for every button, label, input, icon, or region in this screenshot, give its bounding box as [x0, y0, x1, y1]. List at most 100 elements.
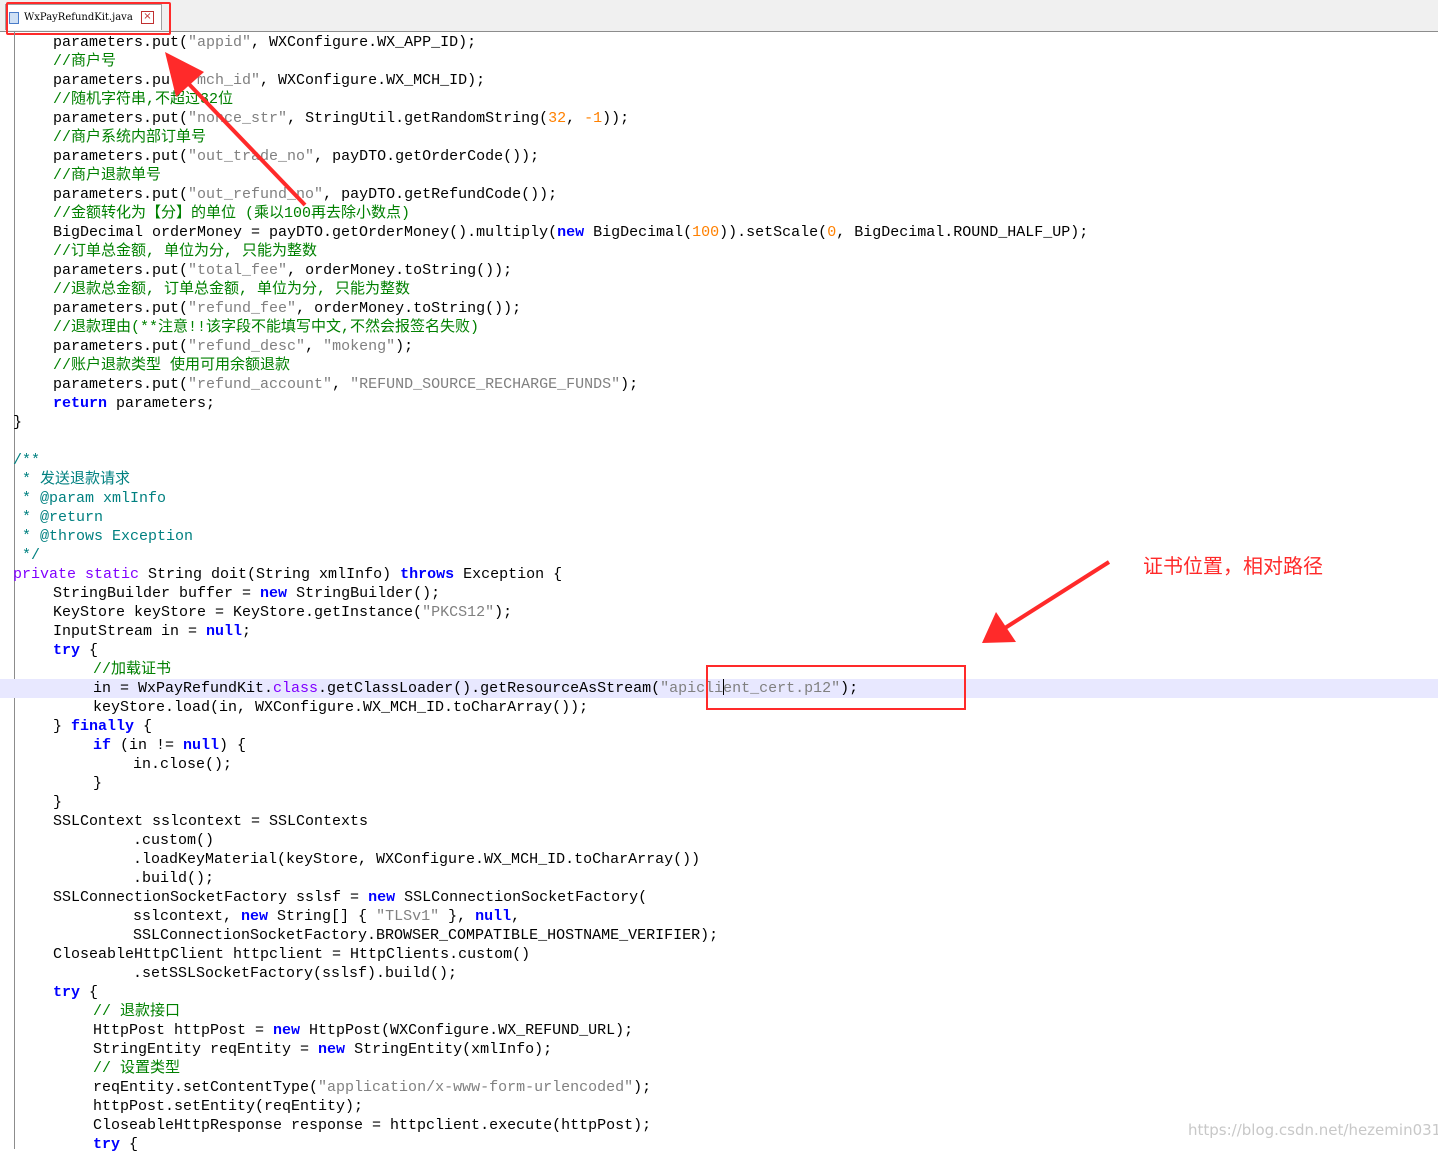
code-token: SSLConnectionSocketFactory( [395, 889, 648, 906]
code-line: if (in != null) { [0, 736, 1438, 755]
code-token: new [368, 889, 396, 906]
code-line-text: SSLConnectionSocketFactory.BROWSER_COMPA… [133, 926, 718, 945]
code-token: InputStream in = [53, 623, 207, 640]
code-token: parameters.put( [53, 338, 189, 355]
code-line: parameters.put("refund_account", "REFUND… [0, 375, 1438, 394]
code-line: /** [0, 451, 1438, 470]
code-line-text: parameters.put("out_refund_no", payDTO.g… [53, 185, 557, 204]
code-token: "application/x-www-form-urlencoded" [318, 1079, 634, 1096]
code-line-text: // 退款接口 [93, 1002, 180, 1021]
code-token: parameters.put( [53, 148, 189, 165]
code-line: } [0, 793, 1438, 812]
code-line-text: HttpPost httpPost = new HttpPost(WXConfi… [93, 1021, 633, 1040]
code-token: reqEntity.setContentType( [93, 1079, 319, 1096]
watermark: https://blog.csdn.net/hezemin0315 [1188, 1121, 1438, 1139]
code-token: new [273, 1022, 301, 1039]
code-token: , BigDecimal.ROUND_HALF_UP); [836, 224, 1089, 241]
code-line-text: CloseableHttpClient httpclient = HttpCli… [53, 945, 530, 964]
code-token: )); [602, 110, 630, 127]
code-token: "PKCS12" [422, 604, 495, 621]
code-line-text: .setSSLSocketFactory(sslsf).build(); [133, 964, 457, 983]
code-line-text: //退款总金额, 订单总金额, 单位为分, 只能为整数 [53, 280, 410, 299]
code-token: parameters.put( [53, 300, 189, 317]
code-token: { [120, 1136, 139, 1153]
code-line-text: } finally { [53, 717, 152, 736]
code-token: 100 [692, 224, 720, 241]
code-token: StringBuilder(); [287, 585, 441, 602]
code-token: ); [494, 604, 513, 621]
code-line-text: //商户系统内部订单号 [53, 128, 206, 147]
code-line-text: keyStore.load(in, WXConfigure.WX_MCH_ID.… [93, 698, 588, 717]
code-token: parameters.put( [53, 110, 189, 127]
code-line-text: return parameters; [53, 394, 215, 413]
code-line: parameters.put("mch_id", WXConfigure.WX_… [0, 71, 1438, 90]
code-line-text: * @throws Exception [13, 527, 193, 546]
code-token: , [332, 376, 351, 393]
code-line-text: parameters.put("mch_id", WXConfigure.WX_… [53, 71, 485, 90]
code-token: */ [13, 547, 41, 564]
code-token: } [93, 775, 103, 792]
code-line-text: //随机字符串,不超过32位 [53, 90, 233, 109]
code-token: { [134, 718, 153, 735]
code-line: * @return [0, 508, 1438, 527]
code-line: try { [0, 983, 1438, 1002]
cert-path-highlight-box [706, 665, 966, 710]
code-token: } [53, 718, 72, 735]
code-token: //账户退款类型 使用可用余额退款 [53, 357, 291, 374]
code-token: CloseableHttpClient httpclient = HttpCli… [53, 946, 531, 963]
code-token: in = WxPayRefundKit. [93, 680, 274, 697]
code-line-text: private static String doit(String xmlInf… [13, 565, 562, 584]
code-line: HttpPost httpPost = new HttpPost(WXConfi… [0, 1021, 1438, 1040]
code-token: "REFUND_SOURCE_RECHARGE_FUNDS" [350, 376, 621, 393]
code-line: //账户退款类型 使用可用余额退款 [0, 356, 1438, 375]
code-line: * @throws Exception [0, 527, 1438, 546]
code-token: } [53, 794, 63, 811]
code-token: , [305, 338, 324, 355]
code-line-text: parameters.put("out_trade_no", payDTO.ge… [53, 147, 539, 166]
code-token: , WXConfigure.WX_MCH_ID); [260, 72, 486, 89]
code-line-text: if (in != null) { [93, 736, 246, 755]
code-line: //退款总金额, 订单总金额, 单位为分, 只能为整数 [0, 280, 1438, 299]
code-token: // 设置类型 [93, 1060, 181, 1077]
code-line-text: StringEntity reqEntity = new StringEntit… [93, 1040, 552, 1059]
code-line-text: } [93, 774, 102, 793]
code-line: CloseableHttpClient httpclient = HttpCli… [0, 945, 1438, 964]
code-token: new [241, 908, 269, 925]
code-token: new [260, 585, 288, 602]
code-token: parameters.put( [53, 262, 189, 279]
code-token: new [557, 224, 585, 241]
code-line-text: * @return [13, 508, 103, 527]
code-token: "out_trade_no" [188, 148, 315, 165]
code-line-text: */ [13, 546, 40, 565]
code-line-text: StringBuilder buffer = new StringBuilder… [53, 584, 440, 603]
code-line-text: //账户退款类型 使用可用余额退款 [53, 356, 290, 375]
code-token: , orderMoney.toString()); [287, 262, 513, 279]
code-line: parameters.put("appid", WXConfigure.WX_A… [0, 33, 1438, 52]
code-line-text: SSLConnectionSocketFactory sslsf = new S… [53, 888, 647, 907]
code-token: parameters; [107, 395, 216, 412]
code-line: * 发送退款请求 [0, 470, 1438, 489]
code-token: try [93, 1136, 121, 1153]
code-token: , payDTO.getRefundCode()); [323, 186, 558, 203]
code-token: //金额转化为【分】的单位 (乘以100再去除小数点) [53, 205, 411, 222]
code-token: "refund_fee" [188, 300, 297, 317]
code-token: parameters.put( [53, 34, 189, 51]
code-line-text: reqEntity.setContentType("application/x-… [93, 1078, 651, 1097]
code-token: , payDTO.getOrderCode()); [314, 148, 540, 165]
code-line: parameters.put("out_refund_no", payDTO.g… [0, 185, 1438, 204]
code-token: Exception { [454, 566, 563, 583]
code-token: * [13, 509, 41, 526]
code-line: //商户系统内部订单号 [0, 128, 1438, 147]
code-line-text: .loadKeyMaterial(keyStore, WXConfigure.W… [133, 850, 700, 869]
code-line-text: } [13, 413, 22, 432]
code-line: .custom() [0, 831, 1438, 850]
code-token: null [475, 908, 512, 925]
code-line: } finally { [0, 717, 1438, 736]
code-editor[interactable]: parameters.put("appid", WXConfigure.WX_A… [0, 31, 1438, 1153]
code-line: KeyStore keyStore = KeyStore.getInstance… [0, 603, 1438, 622]
code-line: //商户号 [0, 52, 1438, 71]
code-line: // 退款接口 [0, 1002, 1438, 1021]
code-line: StringEntity reqEntity = new StringEntit… [0, 1040, 1438, 1059]
code-line-text: parameters.put("total_fee", orderMoney.t… [53, 261, 512, 280]
code-token: parameters.put( [53, 72, 189, 89]
